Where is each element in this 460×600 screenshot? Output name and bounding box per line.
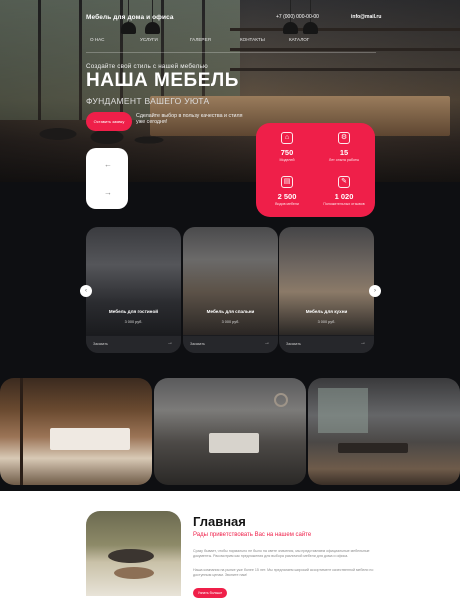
nav-item-gallery[interactable]: Галерея (190, 37, 211, 42)
gear-icon: ⚙ (338, 132, 350, 144)
order-link[interactable]: Заказать (93, 342, 108, 346)
welcome-title: Главная (193, 514, 246, 529)
arrow-right-icon[interactable]: → (360, 340, 366, 346)
welcome-paragraph: Наша компания на рынке уже более 15 лет.… (193, 568, 374, 577)
stat-label: Положительных отзывов (323, 202, 365, 206)
welcome-subtitle: Рады приветствовать Вас на нашем сайте (193, 532, 312, 538)
nav-item-services[interactable]: Услуги (140, 37, 158, 42)
stat-years: ⚙ 15 Лет опыта работы (315, 132, 373, 163)
nav-divider (86, 52, 376, 53)
stat-value: 2 500 (277, 192, 297, 201)
nav-item-catalog[interactable]: Каталог (289, 37, 309, 42)
card-image (86, 227, 181, 335)
document-icon: ▤ (281, 176, 293, 188)
card-footer: Заказать → (183, 336, 278, 353)
arrow-right-icon[interactable]: → (167, 340, 173, 346)
card-price: 3 000 руб. (317, 320, 336, 324)
card-price: 3 000 руб. (221, 320, 240, 324)
carousel-next-icon[interactable]: › (369, 285, 381, 297)
main-nav: О нас Услуги Галерея Контакты Каталог (0, 37, 460, 47)
stat-label: Лет опыта работы (328, 158, 360, 162)
phone-link[interactable]: +7 (000) 000-00-00 (276, 14, 319, 20)
carousel-prev-icon[interactable]: ‹ (80, 285, 92, 297)
card-footer: Заказать → (86, 336, 181, 353)
welcome-section: Главная Рады приветствовать Вас на нашем… (0, 491, 460, 600)
stat-value: 750 (280, 148, 294, 157)
hero-subtitle: ФУНДАМЕНТ ВАШЕГО УЮТА (86, 96, 210, 106)
stat-value: 15 (339, 148, 349, 157)
card-title: Мебель для спальни (206, 309, 255, 314)
welcome-image (86, 511, 181, 596)
hero-section: Мебель для дома и офиса +7 (000) 000-00-… (0, 0, 460, 182)
card-title: Мебель для кухни (305, 309, 348, 314)
category-card-living[interactable]: Мебель для гостиной 3 000 руб. Заказать … (86, 227, 181, 353)
clipboard-icon: ✎ (338, 176, 350, 188)
stats-card: ⌂ 750 Моделей ⚙ 15 Лет опыта работы ▤ 2 … (256, 123, 375, 217)
stat-value: 1 020 (334, 192, 354, 201)
order-link[interactable]: Заказать (286, 342, 301, 346)
card-price: 3 000 руб. (124, 320, 143, 324)
stat-label: Видов мебели (275, 202, 299, 206)
card-image (279, 227, 374, 335)
stat-models: ⌂ 750 Моделей (258, 132, 316, 163)
stat-label: Моделей (279, 158, 295, 162)
card-footer: Заказать → (279, 336, 374, 353)
slider-arrows: ← → (86, 148, 128, 209)
stat-types: ▤ 2 500 Видов мебели (258, 176, 316, 207)
hero-shelf (230, 68, 460, 71)
gallery-image[interactable] (308, 378, 460, 485)
arrow-right-icon[interactable]: → (264, 340, 270, 346)
table-shape (108, 549, 154, 563)
hero-note: Сделайте выбор в пользу качества и стиля… (136, 113, 243, 125)
category-card-kitchen[interactable]: Мебель для кухни 3 000 руб. Заказать → (279, 227, 374, 353)
welcome-paragraph: Сразу бывает, чтобы нормально не было на… (193, 549, 370, 558)
gallery-image[interactable] (154, 378, 306, 485)
learn-more-button[interactable]: Узнать больше (193, 588, 227, 598)
email-link[interactable]: info@mail.ru (351, 14, 381, 20)
brand-title[interactable]: Мебель для дома и офиса (86, 14, 174, 21)
nav-item-about[interactable]: О нас (90, 37, 104, 42)
hero-shelf (230, 48, 460, 51)
card-image (183, 227, 278, 335)
hero-shelf (230, 28, 460, 31)
card-title: Мебель для гостиной (108, 309, 159, 314)
arrow-left-icon[interactable]: ← (104, 160, 112, 169)
chair-icon: ⌂ (281, 132, 293, 144)
arrow-right-icon[interactable]: → (104, 188, 112, 197)
hero-kicker: Создайте свой стиль с нашей мебелью (86, 63, 208, 70)
page: Мебель для дома и офиса +7 (000) 000-00-… (0, 0, 460, 600)
nav-item-contacts[interactable]: Контакты (240, 37, 265, 42)
category-card-bedroom[interactable]: Мебель для спальни 3 000 руб. Заказать → (183, 227, 278, 353)
table-shape (114, 567, 154, 579)
stat-reviews: ✎ 1 020 Положительных отзывов (315, 176, 373, 207)
request-button[interactable]: Оставить заявку (86, 112, 132, 131)
hero-title: НАША МЕБЕЛЬ (86, 70, 239, 91)
gallery-image[interactable] (0, 378, 152, 485)
order-link[interactable]: Заказать (190, 342, 205, 346)
